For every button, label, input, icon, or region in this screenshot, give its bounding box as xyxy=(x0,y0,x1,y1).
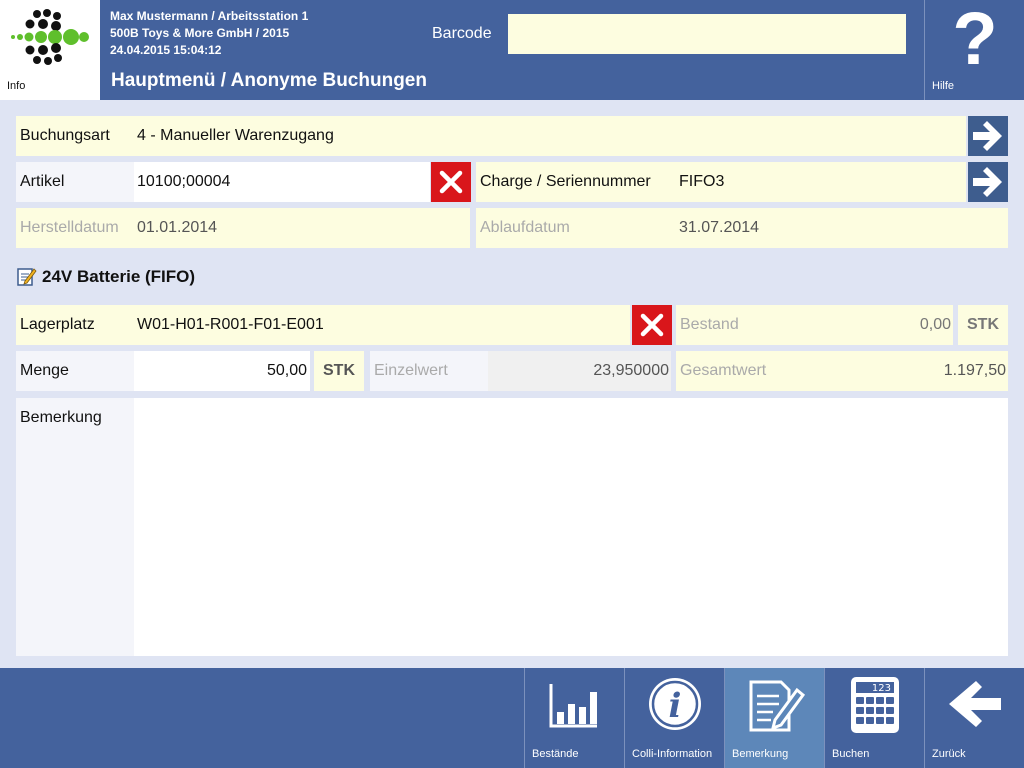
charge-field[interactable]: FIFO3 xyxy=(674,162,966,202)
gesamtwert-value: 1.197,50 xyxy=(816,351,1008,391)
charge-select-button[interactable] xyxy=(968,162,1008,202)
artikel-clear-button[interactable] xyxy=(431,162,471,202)
bemerkung-textarea[interactable] xyxy=(134,398,1008,656)
help-icon: ? xyxy=(952,0,998,80)
charge-label: Charge / Seriennummer xyxy=(476,162,674,202)
bar-chart-icon xyxy=(549,684,597,728)
einzelwert-value: 23,950000 xyxy=(488,351,671,391)
user-line: Max Mustermann / Arbeitsstation 1 xyxy=(110,9,309,23)
ablaufdatum-label: Ablaufdatum xyxy=(476,208,674,248)
edit-note-icon xyxy=(17,268,37,286)
herstelldatum-value: 01.01.2014 xyxy=(134,208,470,248)
calculator-icon: 123 xyxy=(851,677,899,733)
herstelldatum-label: Herstelldatum xyxy=(16,208,134,248)
company-line: 500B Toys & More GmbH / 2015 xyxy=(110,26,290,40)
ablaufdatum-value: 31.07.2014 xyxy=(674,208,1008,248)
page-title: Hauptmenü / Anonyme Buchungen xyxy=(111,70,427,91)
svg-text:i: i xyxy=(669,686,682,726)
buchungsart-field[interactable]: 4 - Manueller Warenzugang xyxy=(134,116,966,156)
menge-input[interactable]: 50,00 xyxy=(134,351,310,391)
help-button[interactable]: ? Hilfe xyxy=(924,0,1024,100)
logo-icon xyxy=(11,9,89,65)
zurueck-label: Zurück xyxy=(932,748,966,760)
buchungsart-label: Buchungsart xyxy=(16,116,134,156)
bemerkung-button-label: Bemerkung xyxy=(732,748,789,760)
lagerplatz-clear-button[interactable] xyxy=(632,305,672,345)
datetime-line: 24.04.2015 15:04:12 xyxy=(110,43,222,57)
buchungsart-select-button[interactable] xyxy=(968,116,1008,156)
zurueck-button[interactable]: Zurück xyxy=(924,668,1024,768)
bestand-unit: STK xyxy=(958,305,1008,345)
bestaende-label: Bestände xyxy=(532,748,579,760)
info-button[interactable]: Info xyxy=(0,0,100,100)
arrow-right-icon xyxy=(973,121,1002,151)
item-title: 24V Batterie (FIFO) xyxy=(42,267,196,286)
colli-information-button[interactable]: i Colli-Information xyxy=(624,668,724,768)
lagerplatz-label: Lagerplatz xyxy=(16,305,134,345)
help-label: Hilfe xyxy=(932,80,955,92)
arrow-right-icon xyxy=(973,167,1002,197)
artikel-input[interactable]: 10100;00004 xyxy=(134,162,430,202)
bemerkung-label: Bemerkung xyxy=(20,409,102,426)
close-icon xyxy=(439,170,463,194)
artikel-label: Artikel xyxy=(16,162,134,202)
close-icon xyxy=(640,313,664,337)
bemerkung-button[interactable]: Bemerkung xyxy=(724,668,824,768)
lagerplatz-field[interactable]: W01-H01-R001-F01-E001 xyxy=(134,305,630,345)
note-edit-icon xyxy=(749,680,806,732)
einzelwert-label: Einzelwert xyxy=(370,351,488,391)
colli-information-label: Colli-Information xyxy=(632,748,713,760)
buchen-button[interactable]: 123 Buchen xyxy=(824,668,924,768)
barcode-input[interactable] xyxy=(508,14,906,54)
gesamtwert-label: Gesamtwert xyxy=(676,351,816,391)
bestaende-button[interactable]: Bestände xyxy=(524,668,624,768)
barcode-label: Barcode xyxy=(432,25,492,42)
calculator-display: 123 xyxy=(872,683,891,694)
buchen-label: Buchen xyxy=(832,748,870,760)
info-icon: i xyxy=(649,678,701,730)
back-arrow-icon xyxy=(949,681,1001,727)
bestand-label: Bestand xyxy=(676,305,816,345)
menge-label: Menge xyxy=(16,351,134,391)
info-label: Info xyxy=(7,80,26,92)
bemerkung-label-cell: Bemerkung xyxy=(16,398,134,656)
menge-unit: STK xyxy=(314,351,364,391)
bestand-value: 0,00 xyxy=(816,305,953,345)
